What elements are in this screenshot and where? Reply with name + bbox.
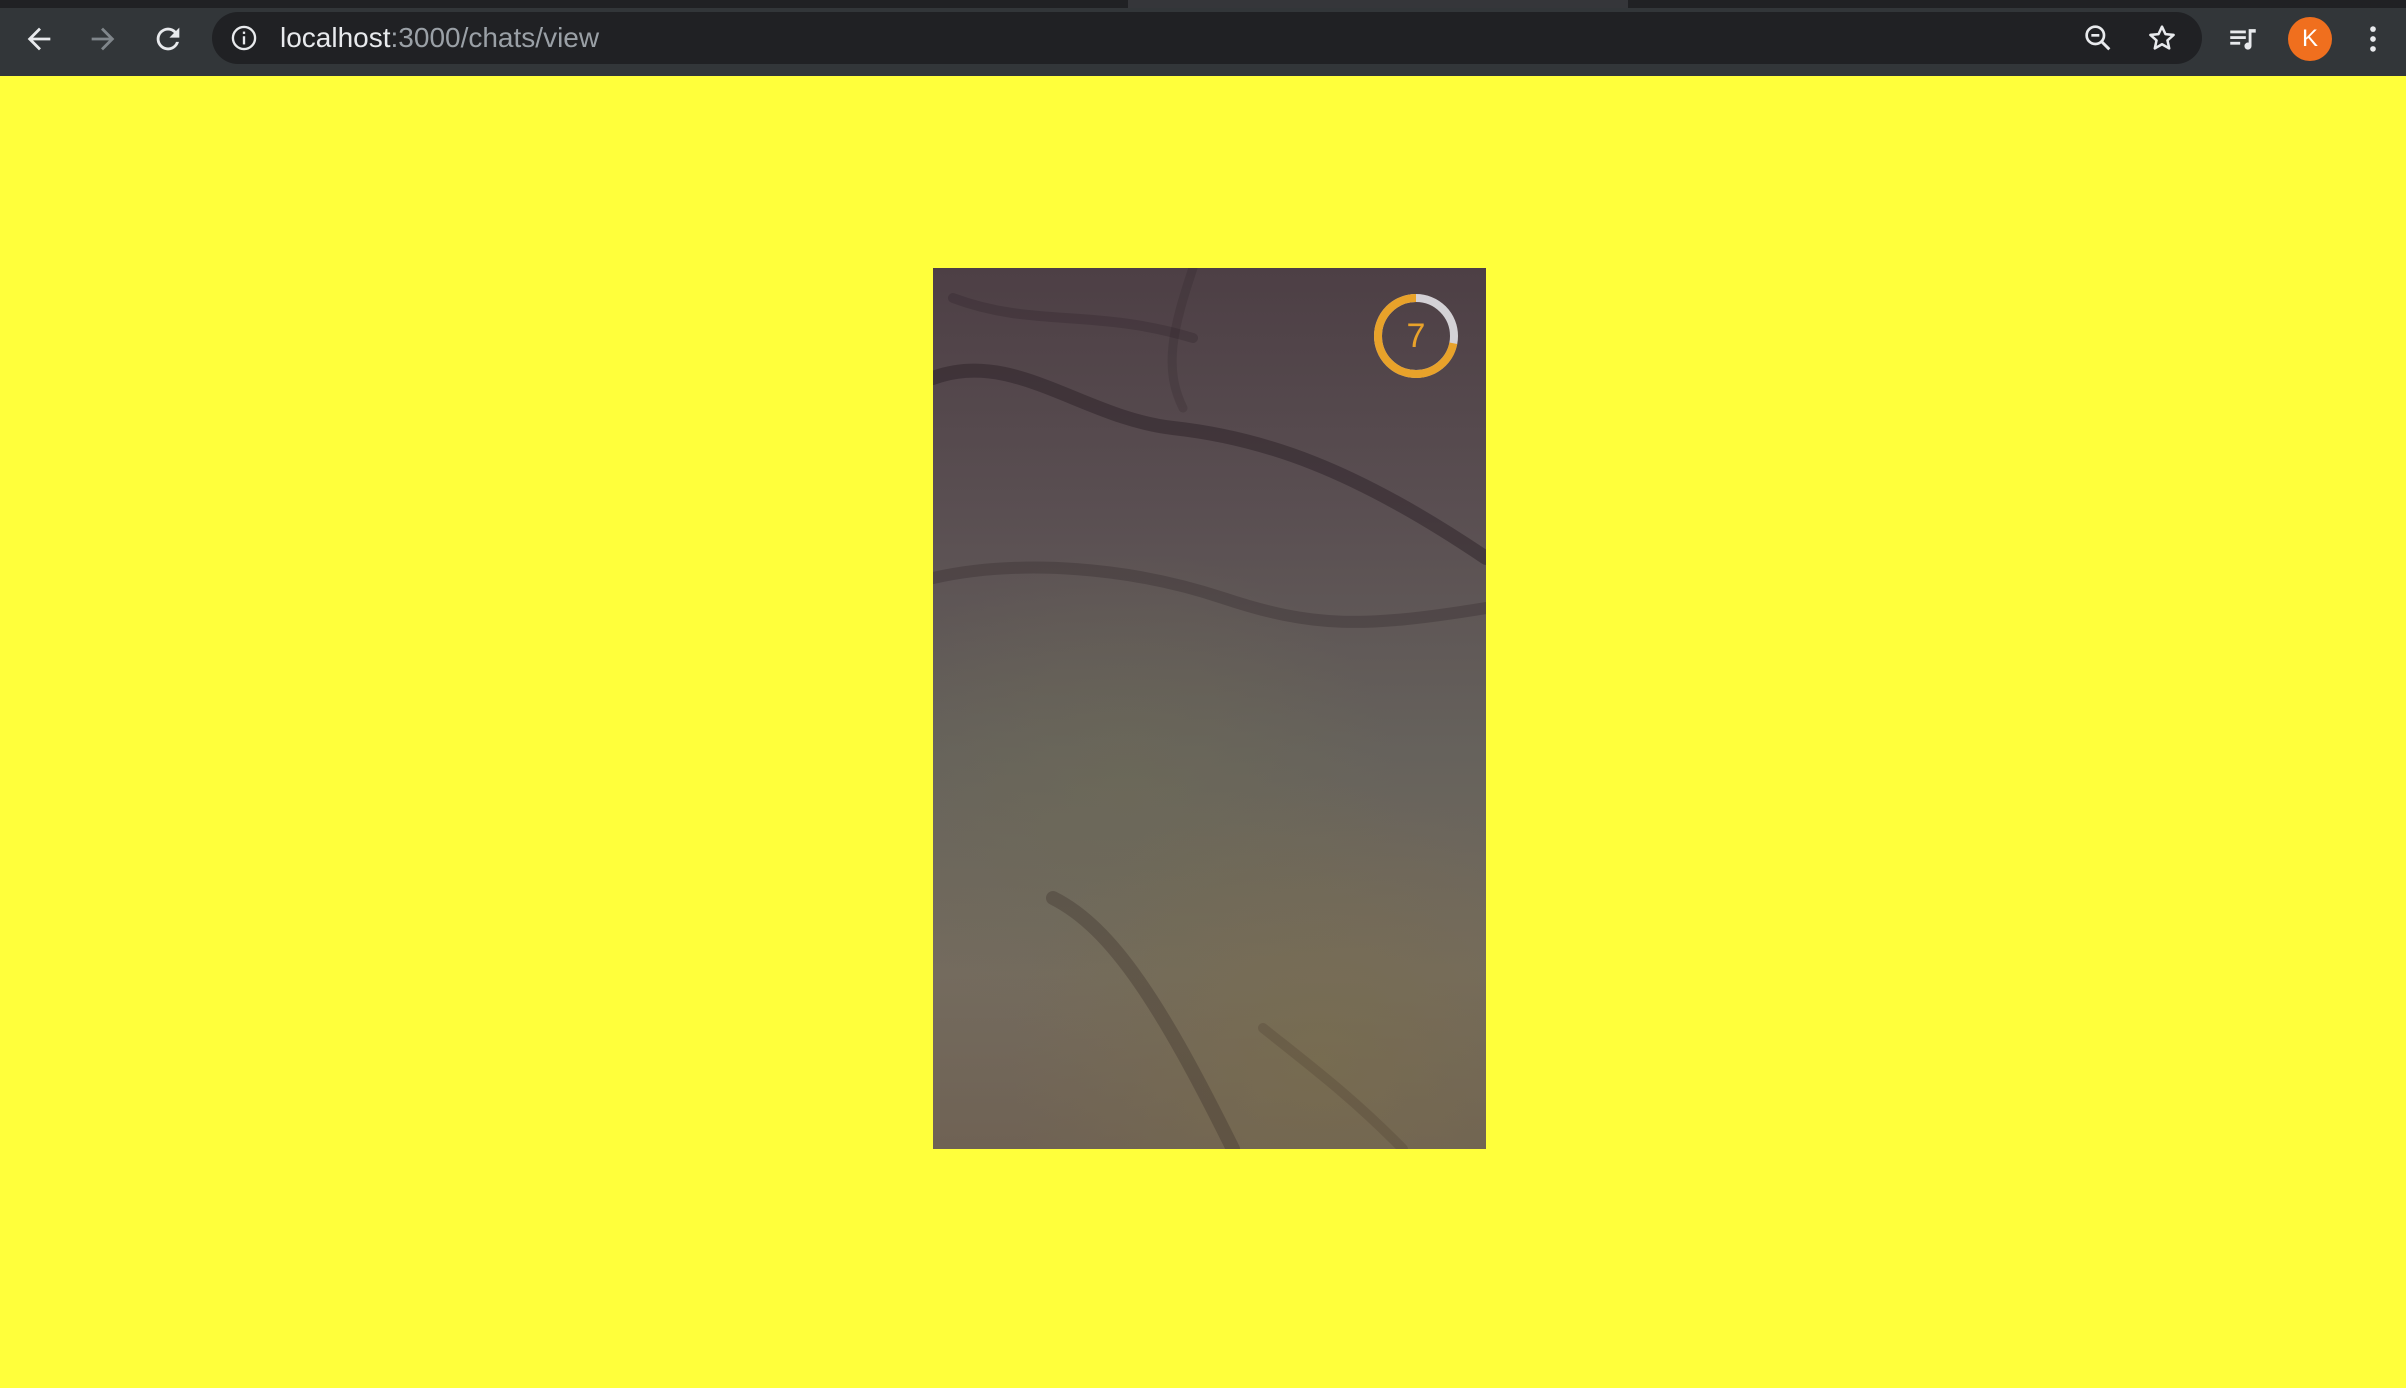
snap-image-viewer[interactable]: 7 <box>933 268 1486 1149</box>
url-host: localhost <box>280 22 391 53</box>
star-icon[interactable] <box>2146 22 2178 54</box>
info-icon[interactable] <box>230 24 258 52</box>
countdown-timer: 7 <box>1370 290 1462 382</box>
address-bar[interactable]: localhost:3000/chats/view <box>212 12 2202 64</box>
forward-button[interactable] <box>78 14 128 64</box>
more-vertical-icon[interactable] <box>2356 22 2390 56</box>
back-button[interactable] <box>14 14 64 64</box>
reload-icon <box>156 27 180 51</box>
url-text[interactable]: localhost:3000/chats/view <box>280 23 599 53</box>
tab-strip <box>0 0 2406 8</box>
zoom-out-icon[interactable] <box>2082 22 2114 54</box>
snap-photo <box>933 268 1486 1149</box>
reload-button[interactable] <box>143 14 193 64</box>
url-path: :3000/chats/view <box>390 22 600 53</box>
profile-avatar[interactable]: K <box>2288 17 2332 61</box>
browser-toolbar: localhost:3000/chats/view K <box>0 0 2406 76</box>
timer-seconds: 7 <box>1406 317 1426 355</box>
arrow-left-icon <box>27 27 51 51</box>
active-tab-indicator <box>1128 0 1628 8</box>
arrow-right-icon <box>91 27 115 51</box>
media-queue-icon[interactable] <box>2226 22 2260 56</box>
